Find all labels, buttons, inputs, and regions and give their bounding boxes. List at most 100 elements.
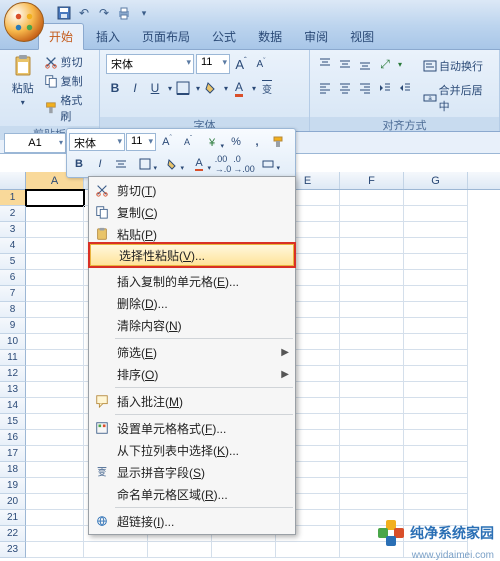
mini-font-size[interactable]: 11: [126, 133, 156, 151]
decrease-indent-button[interactable]: [376, 78, 394, 98]
column-header[interactable]: G: [404, 172, 468, 189]
increase-indent-button[interactable]: [396, 78, 414, 98]
select-all-corner[interactable]: [0, 172, 26, 189]
cell[interactable]: [404, 462, 468, 478]
mini-grow-font[interactable]: Aˆ: [157, 132, 177, 152]
cell[interactable]: [26, 542, 84, 558]
ctx-pick-from-list[interactable]: 从下拉列表中选择(K)...: [89, 439, 295, 461]
cell[interactable]: [404, 398, 468, 414]
cell[interactable]: [404, 382, 468, 398]
row-header[interactable]: 13: [0, 382, 26, 398]
cell[interactable]: [148, 542, 212, 558]
ctx-paste-special[interactable]: 选择性粘贴(V)...: [90, 244, 294, 266]
mini-font-color[interactable]: A: [186, 154, 212, 174]
copy-button[interactable]: 复制: [44, 73, 93, 89]
cell[interactable]: [26, 222, 84, 238]
orientation-button[interactable]: ⤢: [376, 54, 402, 74]
italic-button[interactable]: I: [126, 78, 144, 98]
cut-button[interactable]: 剪切: [44, 54, 93, 70]
font-color-button[interactable]: A: [230, 78, 256, 98]
office-button[interactable]: [4, 2, 44, 42]
cell[interactable]: [404, 414, 468, 430]
ctx-show-phonetic[interactable]: 变显示拼音字段(S): [89, 461, 295, 483]
cell[interactable]: [276, 542, 340, 558]
row-header[interactable]: 10: [0, 334, 26, 350]
row-header[interactable]: 20: [0, 494, 26, 510]
format-painter-button[interactable]: 格式刷: [44, 92, 93, 124]
cell[interactable]: [404, 350, 468, 366]
cell[interactable]: [26, 190, 84, 206]
cell[interactable]: [26, 446, 84, 462]
ctx-cut[interactable]: 剪切(T): [89, 179, 295, 201]
cell[interactable]: [340, 270, 404, 286]
cell[interactable]: [404, 494, 468, 510]
cell[interactable]: [26, 430, 84, 446]
qat-redo-icon[interactable]: ↷: [96, 5, 112, 21]
mini-percent-button[interactable]: %: [226, 132, 246, 152]
cell[interactable]: [340, 286, 404, 302]
cell[interactable]: [26, 206, 84, 222]
cell[interactable]: [340, 414, 404, 430]
merge-center-button[interactable]: a合并后居中: [420, 80, 495, 116]
row-header[interactable]: 9: [0, 318, 26, 334]
border-button[interactable]: [174, 78, 200, 98]
cell[interactable]: [26, 366, 84, 382]
cell[interactable]: [26, 510, 84, 526]
cell[interactable]: [340, 478, 404, 494]
row-header[interactable]: 12: [0, 366, 26, 382]
mini-merge[interactable]: [255, 154, 281, 174]
font-name-select[interactable]: 宋体: [106, 54, 194, 74]
cell[interactable]: [340, 318, 404, 334]
font-size-select[interactable]: 11: [196, 54, 230, 74]
ctx-filter[interactable]: 筛选(E)▶: [89, 341, 295, 363]
ctx-insert-copied[interactable]: 插入复制的单元格(E)...: [89, 270, 295, 292]
mini-format-painter[interactable]: [268, 132, 288, 152]
row-header[interactable]: 22: [0, 526, 26, 542]
mini-comma-button[interactable]: ,: [247, 132, 267, 152]
paste-button[interactable]: 粘贴 ▾: [4, 52, 42, 126]
cell[interactable]: [26, 462, 84, 478]
tab-page-layout[interactable]: 页面布局: [132, 24, 200, 49]
cell[interactable]: [84, 542, 148, 558]
cell[interactable]: [340, 350, 404, 366]
cell[interactable]: [340, 446, 404, 462]
ctx-clear[interactable]: 清除内容(N): [89, 314, 295, 336]
align-middle-button[interactable]: [336, 54, 354, 74]
bold-button[interactable]: B: [106, 78, 124, 98]
ctx-insert-comment[interactable]: 插入批注(M): [89, 390, 295, 412]
cell[interactable]: [340, 462, 404, 478]
qat-undo-icon[interactable]: ↶: [76, 5, 92, 21]
cell[interactable]: [404, 190, 468, 206]
row-header[interactable]: 1: [0, 190, 26, 206]
qat-dropdown-icon[interactable]: ▾: [136, 5, 152, 21]
cell[interactable]: [26, 478, 84, 494]
row-header[interactable]: 15: [0, 414, 26, 430]
mini-font-name[interactable]: 宋体: [69, 133, 125, 151]
cell[interactable]: [404, 478, 468, 494]
row-header[interactable]: 23: [0, 542, 26, 558]
cell[interactable]: [340, 238, 404, 254]
cell[interactable]: [26, 350, 84, 366]
cell[interactable]: [404, 334, 468, 350]
phonetic-guide-button[interactable]: 变: [258, 78, 276, 98]
mini-align-center[interactable]: [111, 154, 131, 174]
ctx-delete[interactable]: 删除(D)...: [89, 292, 295, 314]
cell[interactable]: [404, 366, 468, 382]
ctx-copy[interactable]: 复制(C): [89, 201, 295, 223]
align-center-button[interactable]: [336, 78, 354, 98]
cell[interactable]: [404, 206, 468, 222]
cell[interactable]: [404, 222, 468, 238]
ctx-sort[interactable]: 排序(O)▶: [89, 363, 295, 385]
cell[interactable]: [340, 430, 404, 446]
ctx-hyperlink[interactable]: 超链接(I)...: [89, 510, 295, 532]
cell[interactable]: [404, 254, 468, 270]
cell[interactable]: [26, 494, 84, 510]
align-right-button[interactable]: [356, 78, 374, 98]
cell[interactable]: [26, 302, 84, 318]
cell[interactable]: [404, 238, 468, 254]
cell[interactable]: [26, 238, 84, 254]
row-header[interactable]: 6: [0, 270, 26, 286]
cell[interactable]: [26, 414, 84, 430]
cell[interactable]: [26, 318, 84, 334]
mini-decrease-decimal[interactable]: .0→.00: [234, 154, 254, 174]
